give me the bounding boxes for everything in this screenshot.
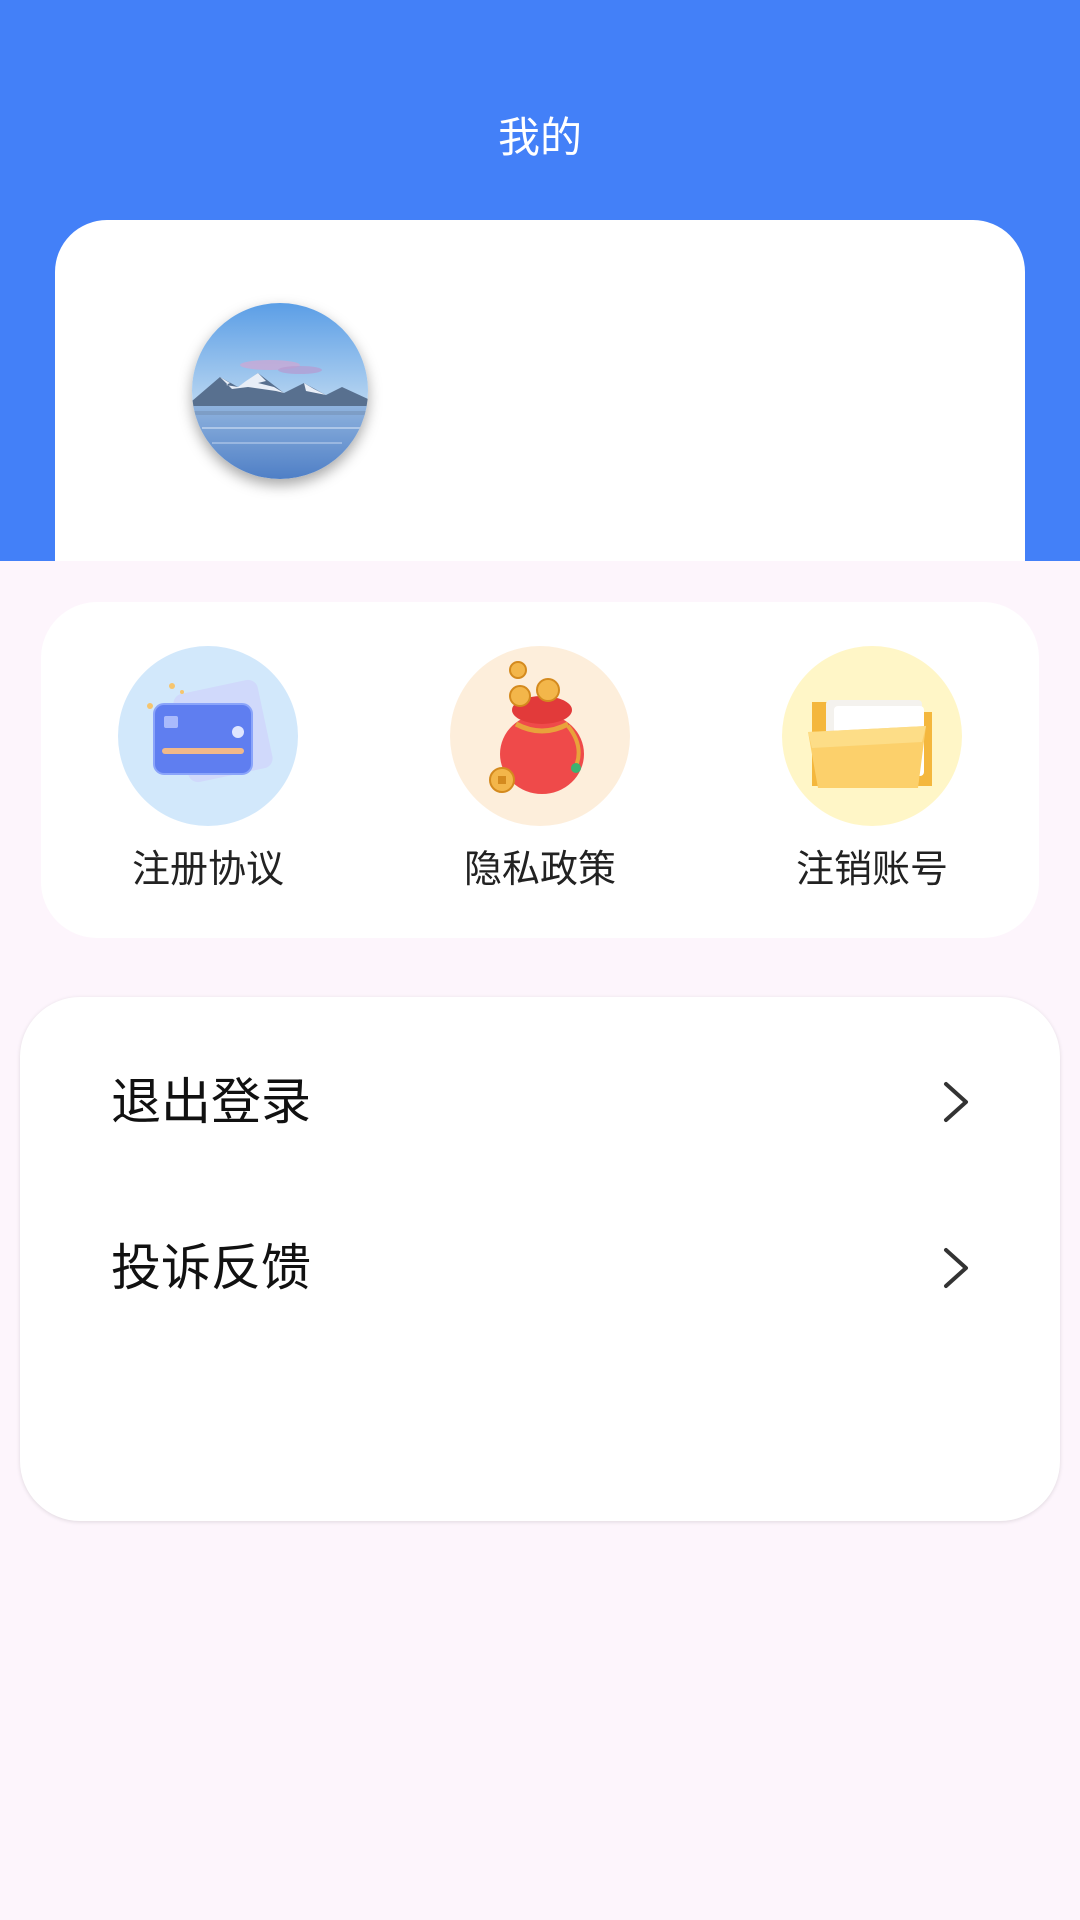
shortcut-privacy-policy[interactable]: 隐私政策 xyxy=(420,646,660,896)
page-title: 我的 xyxy=(497,113,582,162)
profile-card xyxy=(55,220,1025,561)
landscape-avatar-icon xyxy=(192,303,368,479)
shortcut-cancel-account[interactable]: 注销账号 xyxy=(752,646,992,896)
menu-item-feedback[interactable]: 投诉反馈 xyxy=(20,1208,1060,1328)
menu-item-label: 退出登录 xyxy=(111,1073,311,1131)
chevron-right-icon xyxy=(944,1082,968,1122)
money-bag-icon xyxy=(450,646,630,826)
shortcut-card: 注册协议 隐私政策 注销账号 xyxy=(41,602,1039,938)
shortcut-label: 注销账号 xyxy=(795,847,948,891)
menu-item-label: 投诉反馈 xyxy=(111,1239,311,1297)
shortcut-label: 注册协议 xyxy=(131,847,284,891)
menu-card: 退出登录 投诉反馈 xyxy=(20,997,1060,1521)
credit-card-icon xyxy=(118,646,298,826)
shortcut-label: 隐私政策 xyxy=(463,847,616,891)
menu-item-logout[interactable]: 退出登录 xyxy=(20,1042,1060,1162)
avatar[interactable] xyxy=(192,303,368,479)
folder-icon xyxy=(782,646,962,826)
chevron-right-icon xyxy=(944,1248,968,1288)
shortcut-register-agreement[interactable]: 注册协议 xyxy=(88,646,328,896)
